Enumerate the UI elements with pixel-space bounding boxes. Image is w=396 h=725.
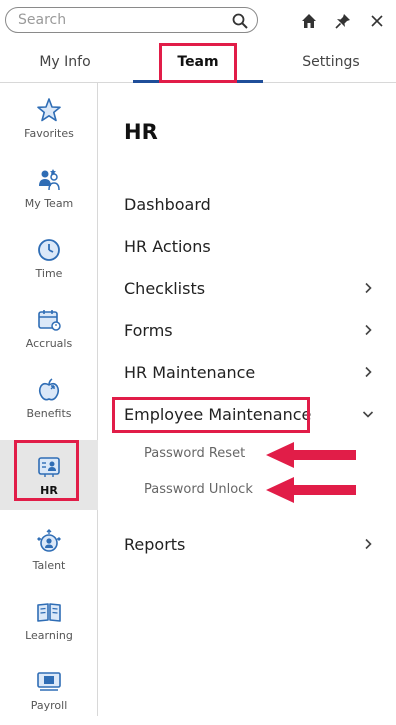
- menu-item-label: Checklists: [124, 279, 206, 298]
- book-icon: [37, 603, 61, 622]
- search-box[interactable]: [5, 7, 258, 33]
- search-icon[interactable]: [231, 12, 249, 30]
- sidebar-item-benefits[interactable]: Benefits: [0, 363, 98, 433]
- sidebar-item-label: Favorites: [24, 127, 74, 140]
- sidebar-item-label: My Team: [24, 197, 74, 210]
- search-input[interactable]: [18, 11, 218, 29]
- star-icon: [37, 98, 61, 122]
- menu-item-label: Dashboard: [124, 195, 211, 214]
- menu-item-hr-actions[interactable]: HR Actions: [124, 232, 374, 262]
- submenu-item-password-unlock[interactable]: Password Unlock: [144, 482, 253, 497]
- sidebar-item-talent[interactable]: Talent: [0, 515, 98, 585]
- menu-item-hr-maintenance[interactable]: HR Maintenance: [124, 358, 374, 388]
- sidebar-item-time[interactable]: Time: [0, 223, 98, 293]
- submenu-item-password-reset[interactable]: Password Reset: [144, 446, 245, 461]
- sidebar-item-accruals[interactable]: Accruals: [0, 293, 98, 363]
- annotation-arrow-icon: [266, 442, 356, 468]
- sidebar-item-learning[interactable]: Learning: [0, 585, 98, 655]
- apple-icon: [38, 378, 60, 401]
- clock-icon: [38, 239, 60, 261]
- menu-item-label: Forms: [124, 321, 173, 340]
- chevron-right-icon: [365, 282, 372, 294]
- top-bar: [0, 0, 396, 42]
- sidebar-item-label: Learning: [25, 629, 73, 642]
- tab-settings[interactable]: Settings: [266, 42, 396, 82]
- talent-icon: [37, 529, 61, 552]
- payroll-icon: [37, 672, 61, 691]
- pin-icon[interactable]: [334, 12, 352, 30]
- chevron-right-icon: [365, 366, 372, 378]
- highlight-box-team: [159, 43, 237, 83]
- page-title: HR: [124, 120, 158, 144]
- tab-my-info[interactable]: My Info: [0, 42, 130, 82]
- sidebar-item-payroll[interactable]: Payroll: [0, 655, 98, 725]
- highlight-box-employee-maintenance: [112, 397, 310, 433]
- chevron-down-icon: [362, 411, 374, 418]
- sidebar-item-my-team[interactable]: My Team: [0, 153, 98, 223]
- team-icon: [39, 169, 60, 191]
- close-icon[interactable]: [368, 12, 386, 30]
- menu-item-label: HR Actions: [124, 237, 211, 256]
- home-icon[interactable]: [300, 12, 318, 30]
- calendar-icon: [38, 310, 61, 331]
- sidebar-item-favorites[interactable]: Favorites: [0, 83, 98, 153]
- sidebar-item-label: Benefits: [26, 407, 72, 420]
- menu-item-reports[interactable]: Reports: [124, 530, 374, 560]
- sidebar-item-label: Accruals: [25, 337, 73, 350]
- sidebar: Favorites My Team Time Accruals Benefits…: [0, 83, 98, 716]
- menu-item-label: HR Maintenance: [124, 363, 256, 382]
- menu-item-label: Reports: [124, 535, 186, 554]
- sidebar-item-label: Talent: [32, 559, 66, 572]
- menu-item-forms[interactable]: Forms: [124, 316, 374, 346]
- chevron-right-icon: [365, 538, 372, 550]
- sidebar-item-label: Payroll: [30, 699, 68, 712]
- menu-item-checklists[interactable]: Checklists: [124, 274, 374, 304]
- chevron-right-icon: [365, 324, 372, 336]
- sidebar-item-label: Time: [35, 267, 63, 280]
- annotation-arrow-icon: [266, 477, 356, 503]
- menu-item-dashboard[interactable]: Dashboard: [124, 190, 374, 220]
- highlight-box-hr: [14, 440, 79, 501]
